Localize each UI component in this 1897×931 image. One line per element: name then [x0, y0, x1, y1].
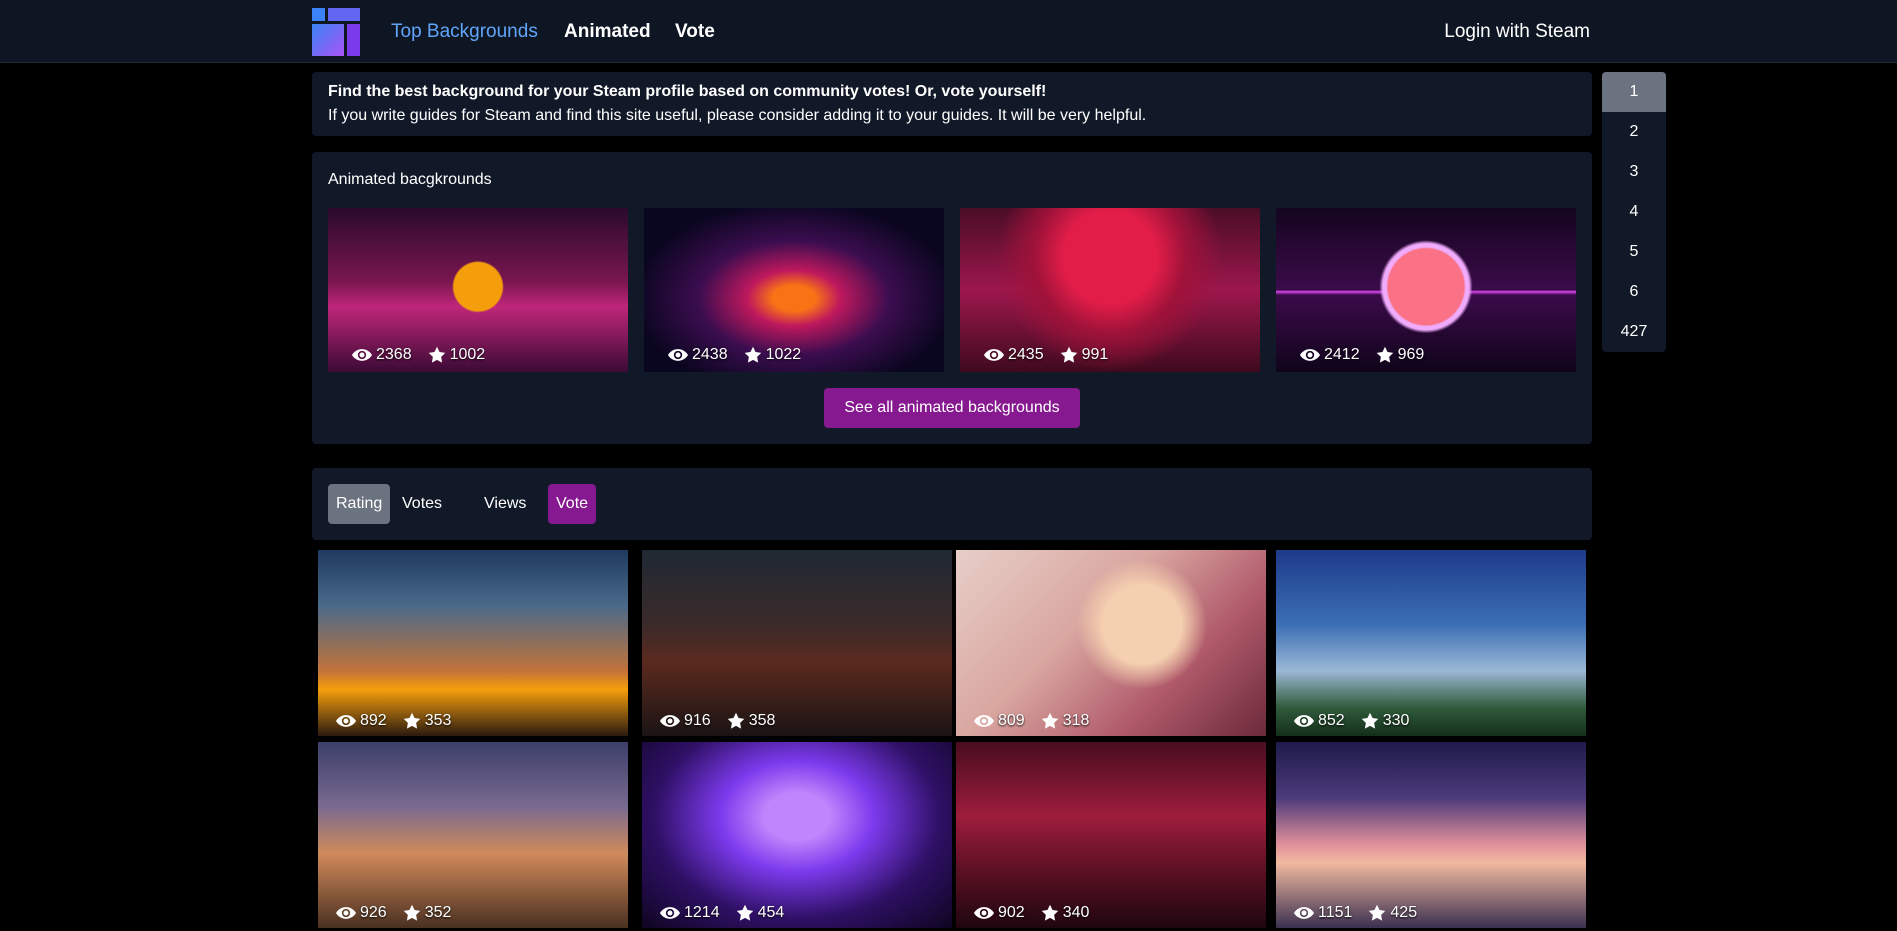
eye-icon: [660, 905, 680, 921]
view-count: 1151: [1318, 904, 1353, 921]
site-logo-icon[interactable]: [312, 8, 360, 56]
star-icon: [1368, 904, 1386, 922]
background-card[interactable]: 1214 454: [642, 742, 952, 928]
card-stats: 809 318: [974, 712, 1089, 730]
view-count: 2438: [692, 346, 728, 363]
background-card[interactable]: 1151 425: [1276, 742, 1586, 928]
background-card[interactable]: 809 318: [956, 550, 1266, 736]
info-banner: Find the best background for your Steam …: [312, 72, 1592, 136]
star-icon: [736, 904, 754, 922]
star-count: 340: [1062, 904, 1090, 921]
star-icon: [744, 346, 762, 364]
star-count: 1002: [449, 346, 486, 363]
view-count: 902: [998, 904, 1025, 921]
star-count: 352: [424, 904, 452, 921]
eye-icon: [1300, 347, 1320, 363]
eye-icon: [1294, 905, 1314, 921]
page-button[interactable]: 1: [1602, 72, 1666, 112]
view-count: 2368: [376, 346, 412, 363]
animated-backgrounds-section: Animated bacgkrounds 2368 1002 2438 1022…: [312, 152, 1592, 444]
star-icon: [403, 904, 421, 922]
star-count: 353: [424, 712, 452, 729]
page-button[interactable]: 2: [1602, 112, 1666, 152]
background-card[interactable]: 892 353: [318, 550, 628, 736]
eye-icon: [1294, 713, 1314, 729]
star-icon: [727, 712, 745, 730]
view-count: 926: [360, 904, 387, 921]
sort-votes-button[interactable]: Votes: [394, 484, 450, 524]
card-stats: 926 352: [336, 904, 451, 922]
star-count: 454: [757, 904, 785, 921]
star-icon: [403, 712, 421, 730]
view-count: 1214: [684, 904, 720, 921]
view-count: 852: [1318, 712, 1345, 729]
page-button[interactable]: 4: [1602, 192, 1666, 232]
sort-views-button[interactable]: Views: [476, 484, 534, 524]
star-icon: [1376, 346, 1394, 364]
card-stats: 852 330: [1294, 712, 1409, 730]
eye-icon: [336, 713, 356, 729]
background-card[interactable]: 926 352: [318, 742, 628, 928]
star-count: 358: [748, 712, 776, 729]
page-button[interactable]: 3: [1602, 152, 1666, 192]
background-card[interactable]: 852 330: [1276, 550, 1586, 736]
card-stats: 902 340: [974, 904, 1089, 922]
star-count: 969: [1397, 346, 1425, 363]
card-stats: 1214 454: [660, 904, 784, 922]
nav-top-backgrounds[interactable]: Top Backgrounds: [391, 21, 538, 43]
sort-rating-button[interactable]: Rating: [328, 484, 391, 524]
eye-icon: [352, 347, 372, 363]
card-stats: 916 358: [660, 712, 775, 730]
star-icon: [1361, 712, 1379, 730]
view-count: 2435: [1008, 346, 1044, 363]
top-navbar: Top Backgrounds Animated Vote Login with…: [0, 0, 1897, 63]
card-stats: 2412 969: [1300, 346, 1424, 364]
eye-icon: [974, 905, 994, 921]
star-icon: [1041, 904, 1059, 922]
animated-bg-card[interactable]: 2368 1002: [328, 208, 628, 372]
eye-icon: [984, 347, 1004, 363]
card-stats: 1151 425: [1294, 904, 1417, 922]
page-button[interactable]: 6: [1602, 272, 1666, 312]
card-stats: 2435 991: [984, 346, 1108, 364]
star-icon: [1060, 346, 1078, 364]
section-title: Animated bacgkrounds: [328, 171, 492, 188]
eye-icon: [668, 347, 688, 363]
star-icon: [428, 346, 446, 364]
view-count: 2412: [1324, 346, 1360, 363]
sort-bar: Rating Votes Views Vote: [312, 468, 1592, 540]
page-button[interactable]: 427: [1602, 312, 1666, 352]
star-icon: [1041, 712, 1059, 730]
eye-icon: [336, 905, 356, 921]
info-subtext: If you write guides for Steam and find t…: [328, 107, 1147, 124]
login-with-steam-link[interactable]: Login with Steam: [1444, 21, 1590, 43]
card-stats: 2438 1022: [668, 346, 801, 364]
eye-icon: [974, 713, 994, 729]
background-card[interactable]: 916 358: [642, 550, 952, 736]
background-card[interactable]: 902 340: [956, 742, 1266, 928]
page-button[interactable]: 5: [1602, 232, 1666, 272]
see-all-animated-button[interactable]: See all animated backgrounds: [824, 388, 1080, 428]
vote-button[interactable]: Vote: [548, 484, 597, 524]
star-count: 1022: [765, 346, 802, 363]
animated-bg-card[interactable]: 2435 991: [960, 208, 1260, 372]
card-stats: 892 353: [336, 712, 451, 730]
info-headline: Find the best background for your Steam …: [328, 83, 1047, 100]
star-count: 318: [1062, 712, 1090, 729]
view-count: 809: [998, 712, 1025, 729]
view-count: 916: [684, 712, 711, 729]
star-count: 425: [1390, 904, 1418, 921]
view-count: 892: [360, 712, 387, 729]
eye-icon: [660, 713, 680, 729]
animated-bg-card[interactable]: 2412 969: [1276, 208, 1576, 372]
nav-animated[interactable]: Animated: [564, 21, 651, 43]
card-stats: 2368 1002: [352, 346, 485, 364]
animated-bg-card[interactable]: 2438 1022: [644, 208, 944, 372]
star-count: 991: [1081, 346, 1109, 363]
nav-vote[interactable]: Vote: [675, 21, 715, 43]
pagination: 1 2 3 4 5 6 427: [1602, 72, 1666, 352]
star-count: 330: [1382, 712, 1410, 729]
